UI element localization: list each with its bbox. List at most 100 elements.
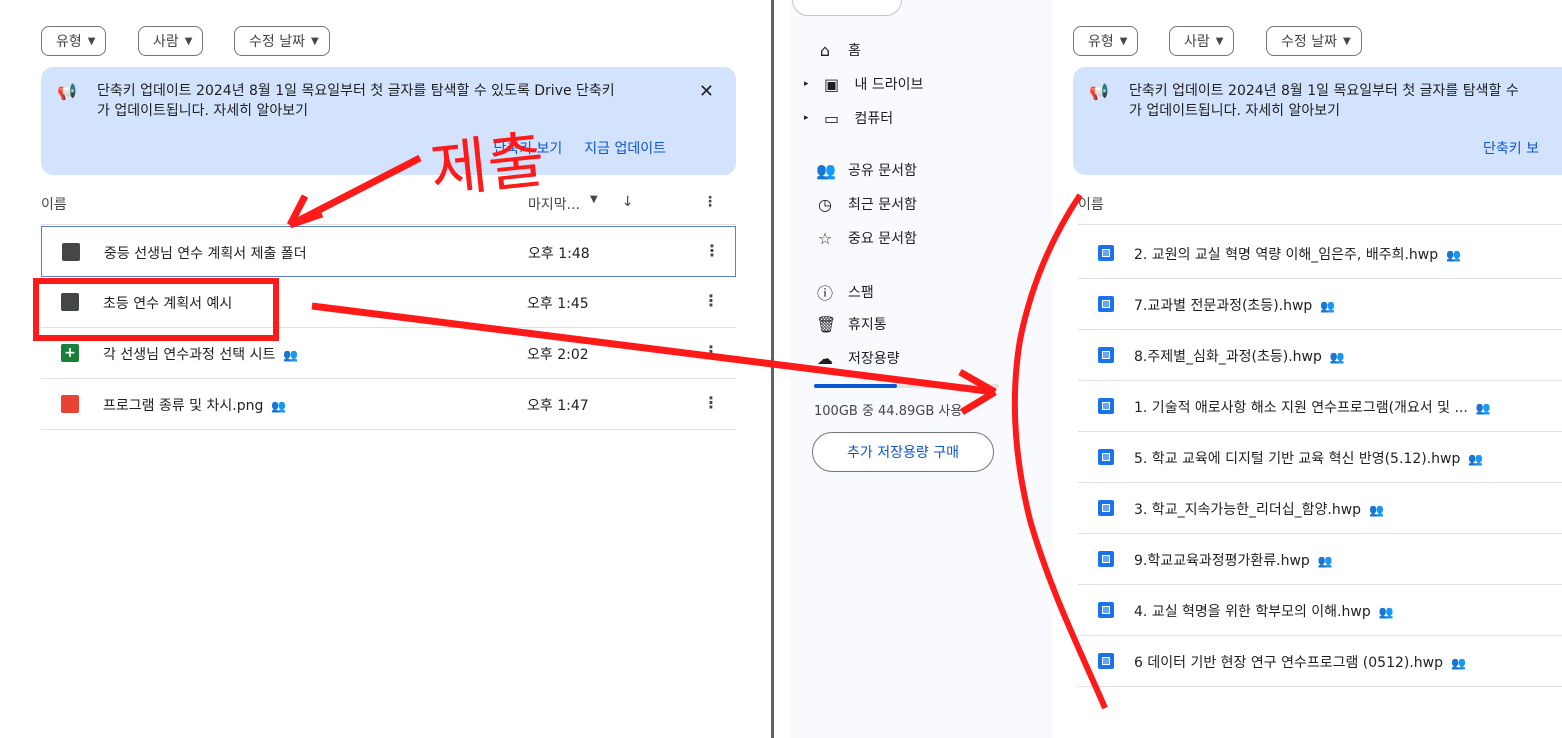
file-name: 프로그램 종류 및 차시.png [103,398,264,414]
nav-my-drive[interactable]: ▸ ▣ 내 드라이브 [804,74,923,94]
nav-trash[interactable]: 🗑 휴지통 [816,314,887,334]
image-file-icon [61,395,79,413]
spam-icon: ⓘ [816,284,833,303]
document-icon [1098,347,1114,363]
shared-folder-icon [62,243,80,261]
left-drive-pane: 유형 ▼ 사람 ▼ 수정 날짜 ▼ 📢 단축키 업데이트 2024년 8월 1일 목요… [0,0,760,738]
storage-bar [814,384,999,388]
nav-spam[interactable]: ⓘ 스팸 [816,280,874,304]
shortcut-update-banner: 📢 단축키 업데이트 2024년 8월 1일 목요일부터 첫 글자를 탐색할 수… [1073,67,1562,175]
filter-modified-chip[interactable]: 수정 날짜 ▼ [1266,26,1362,56]
more-options-icon[interactable]: ⋮ [703,393,719,412]
shared-people-icon: 👥 [1468,452,1484,466]
star-icon: ☆ [817,228,833,248]
file-row[interactable]: 2. 교원의 교실 혁명 역량 이해_임은주, 배주희.hwp 👥 [1078,228,1562,279]
file-name: 4. 교실 혁명을 위한 학부모의 이해.hwp [1134,604,1371,620]
caret-down-icon: ▼ [590,194,598,205]
storage-usage-text: 100GB 중 44.89GB 사용 [814,404,963,419]
nav-home[interactable]: ⌂ 홈 [816,40,861,60]
caret-down-icon: ▼ [310,35,319,47]
document-icon [1098,398,1114,414]
name-column-header[interactable]: 이름 [1078,194,1104,214]
more-options-icon[interactable]: ⋮ [703,194,717,210]
more-options-icon[interactable]: ⋮ [704,241,720,260]
more-options-icon[interactable]: ⋮ [703,342,719,361]
file-row[interactable]: 초등 연수 계획서 예시 오후 1:45 ⋮ [41,277,736,328]
view-shortcuts-link[interactable]: 단축키 보 [1483,138,1539,158]
name-column-header[interactable]: 이름 [41,194,67,214]
nav-storage[interactable]: ☁ 저장용량 [816,348,900,368]
people-icon: 👥 [816,160,836,180]
file-name: 9.학교교육과정평가환류.hwp [1134,553,1310,569]
caret-down-icon: ▼ [184,35,193,47]
banner-line-2: 가 업데이트됩니다. 자세히 알아보기 [97,103,308,119]
more-options-icon[interactable]: ⋮ [703,291,719,310]
megaphone-icon: 📢 [1089,82,1109,101]
view-shortcuts-link[interactable]: 단축키 보기 [493,138,562,158]
file-name: 3. 학교_지속가능한_리더십_함양.hwp [1134,502,1362,518]
nav-recent[interactable]: ◷ 최근 문서함 [816,194,917,214]
document-icon [1098,296,1114,312]
document-icon [1098,245,1114,261]
shared-people-icon: 👥 [1369,503,1384,517]
file-name: 5. 학교 교육에 디지털 기반 교육 혁신 반영(5.12).hwp [1134,451,1461,467]
filter-people-chip[interactable]: 사람 ▼ [138,26,204,56]
shared-people-icon: 👥 [1317,554,1333,568]
file-row[interactable]: 6 데이터 기반 현장 연구 연수프로그램 (0512).hwp 👥 [1078,636,1562,687]
file-name: 중등 선생님 연수 계획서 제출 폴더 [104,246,307,262]
cloud-icon: ☁ [817,348,833,368]
computer-icon: ▭ [823,108,840,128]
file-row[interactable]: 프로그램 종류 및 차시.png 👥 오후 1:47 ⋮ [41,379,736,430]
buy-storage-button[interactable]: 추가 저장용량 구매 [812,432,994,472]
close-icon[interactable]: ✕ [699,81,714,102]
document-icon [1098,551,1114,567]
document-icon [1098,602,1114,618]
file-name: 1. 기술적 애로사항 해소 지원 연수프로그램(개요서 및 ... [1134,400,1468,416]
modified-column-header[interactable]: 마지막... ▼ ↓ [528,194,633,214]
file-row[interactable]: 3. 학교_지속가능한_리더십_함양.hwp 👥 [1078,483,1562,534]
file-row[interactable]: 7.교과별 전문과정(초등).hwp 👥 [1078,279,1562,330]
file-name: 7.교과별 전문과정(초등).hwp [1134,298,1313,314]
file-row[interactable]: 4. 교실 혁명을 위한 학부모의 이해.hwp 👥 [1078,585,1562,636]
new-button[interactable] [792,0,902,16]
nav-computers[interactable]: ▸ ▭ 컴퓨터 [804,108,893,128]
file-name: 6 데이터 기반 현장 연구 연수프로그램 (0512).hwp [1134,655,1444,671]
banner-line-1: 단축키 업데이트 2024년 8월 1일 목요일부터 첫 글자를 탐색할 수 있… [97,83,615,99]
file-name: 초등 연수 계획서 예시 [103,296,233,312]
storage-bar-fill [814,384,898,388]
nav-shared[interactable]: 👥 공유 문서함 [816,160,917,180]
header-divider [1078,224,1562,225]
filter-people-chip[interactable]: 사람 ▼ [1169,26,1235,56]
shared-people-icon: 👥 [1475,401,1491,415]
caret-down-icon: ▼ [1215,35,1224,47]
filter-type-chip[interactable]: 유형 ▼ [41,26,107,56]
file-row[interactable]: 5. 학교 교육에 디지털 기반 교육 혁신 반영(5.12).hwp 👥 [1078,432,1562,483]
sort-arrow-down-icon[interactable]: ↓ [622,194,634,214]
document-icon [1098,449,1114,465]
nav-starred[interactable]: ☆ 중요 문서함 [816,228,917,248]
shared-people-icon: 👥 [283,348,299,362]
file-row[interactable]: 8.주제별_심화_과정(초등).hwp 👥 [1078,330,1562,381]
drive-sidebar: ⌂ 홈 ▸ ▣ 내 드라이브 ▸ ▭ 컴퓨터 👥 공유 문서함 ◷ 최근 문서함 ☆ 중요 문서… [790,0,1052,738]
view-updates-link[interactable]: 지금 업데이트 [584,138,666,158]
file-modified: 오후 1:45 [527,296,589,312]
shared-folder-icon [61,293,79,311]
file-row[interactable]: 중등 선생님 연수 계획서 제출 폴더 오후 1:48 ⋮ [41,226,736,277]
shared-people-icon: 👥 [1451,656,1466,670]
banner-line-1: 단축키 업데이트 2024년 8월 1일 목요일부터 첫 글자를 탐색할 수 [1129,83,1519,99]
window-divider [771,0,774,738]
file-row[interactable]: 9.학교교육과정평가환류.hwp 👥 [1078,534,1562,585]
caret-down-icon: ▼ [87,35,96,47]
file-modified: 오후 1:47 [527,398,589,414]
home-icon: ⌂ [819,40,831,60]
document-icon [1098,500,1114,516]
file-row[interactable]: + 각 선생님 연수과정 선택 시트 👥 오후 2:02 ⋮ [41,328,736,379]
filter-type-chip[interactable]: 유형 ▼ [1073,26,1139,56]
shortcut-update-banner: 📢 단축키 업데이트 2024년 8월 1일 목요일부터 첫 글자를 탐색할 수… [41,67,736,175]
caret-down-icon: ▼ [1119,35,1128,47]
expand-caret-icon: ▸ [804,79,809,89]
caret-down-icon: ▼ [1342,35,1351,47]
file-row[interactable]: 1. 기술적 애로사항 해소 지원 연수프로그램(개요서 및 ... 👥 [1078,381,1562,432]
right-drive-pane: 유형 ▼ 사람 ▼ 수정 날짜 ▼ 📢 단축키 업데이트 2024년 8월 1일 목요… [1052,0,1562,738]
filter-modified-chip[interactable]: 수정 날짜 ▼ [234,26,330,56]
